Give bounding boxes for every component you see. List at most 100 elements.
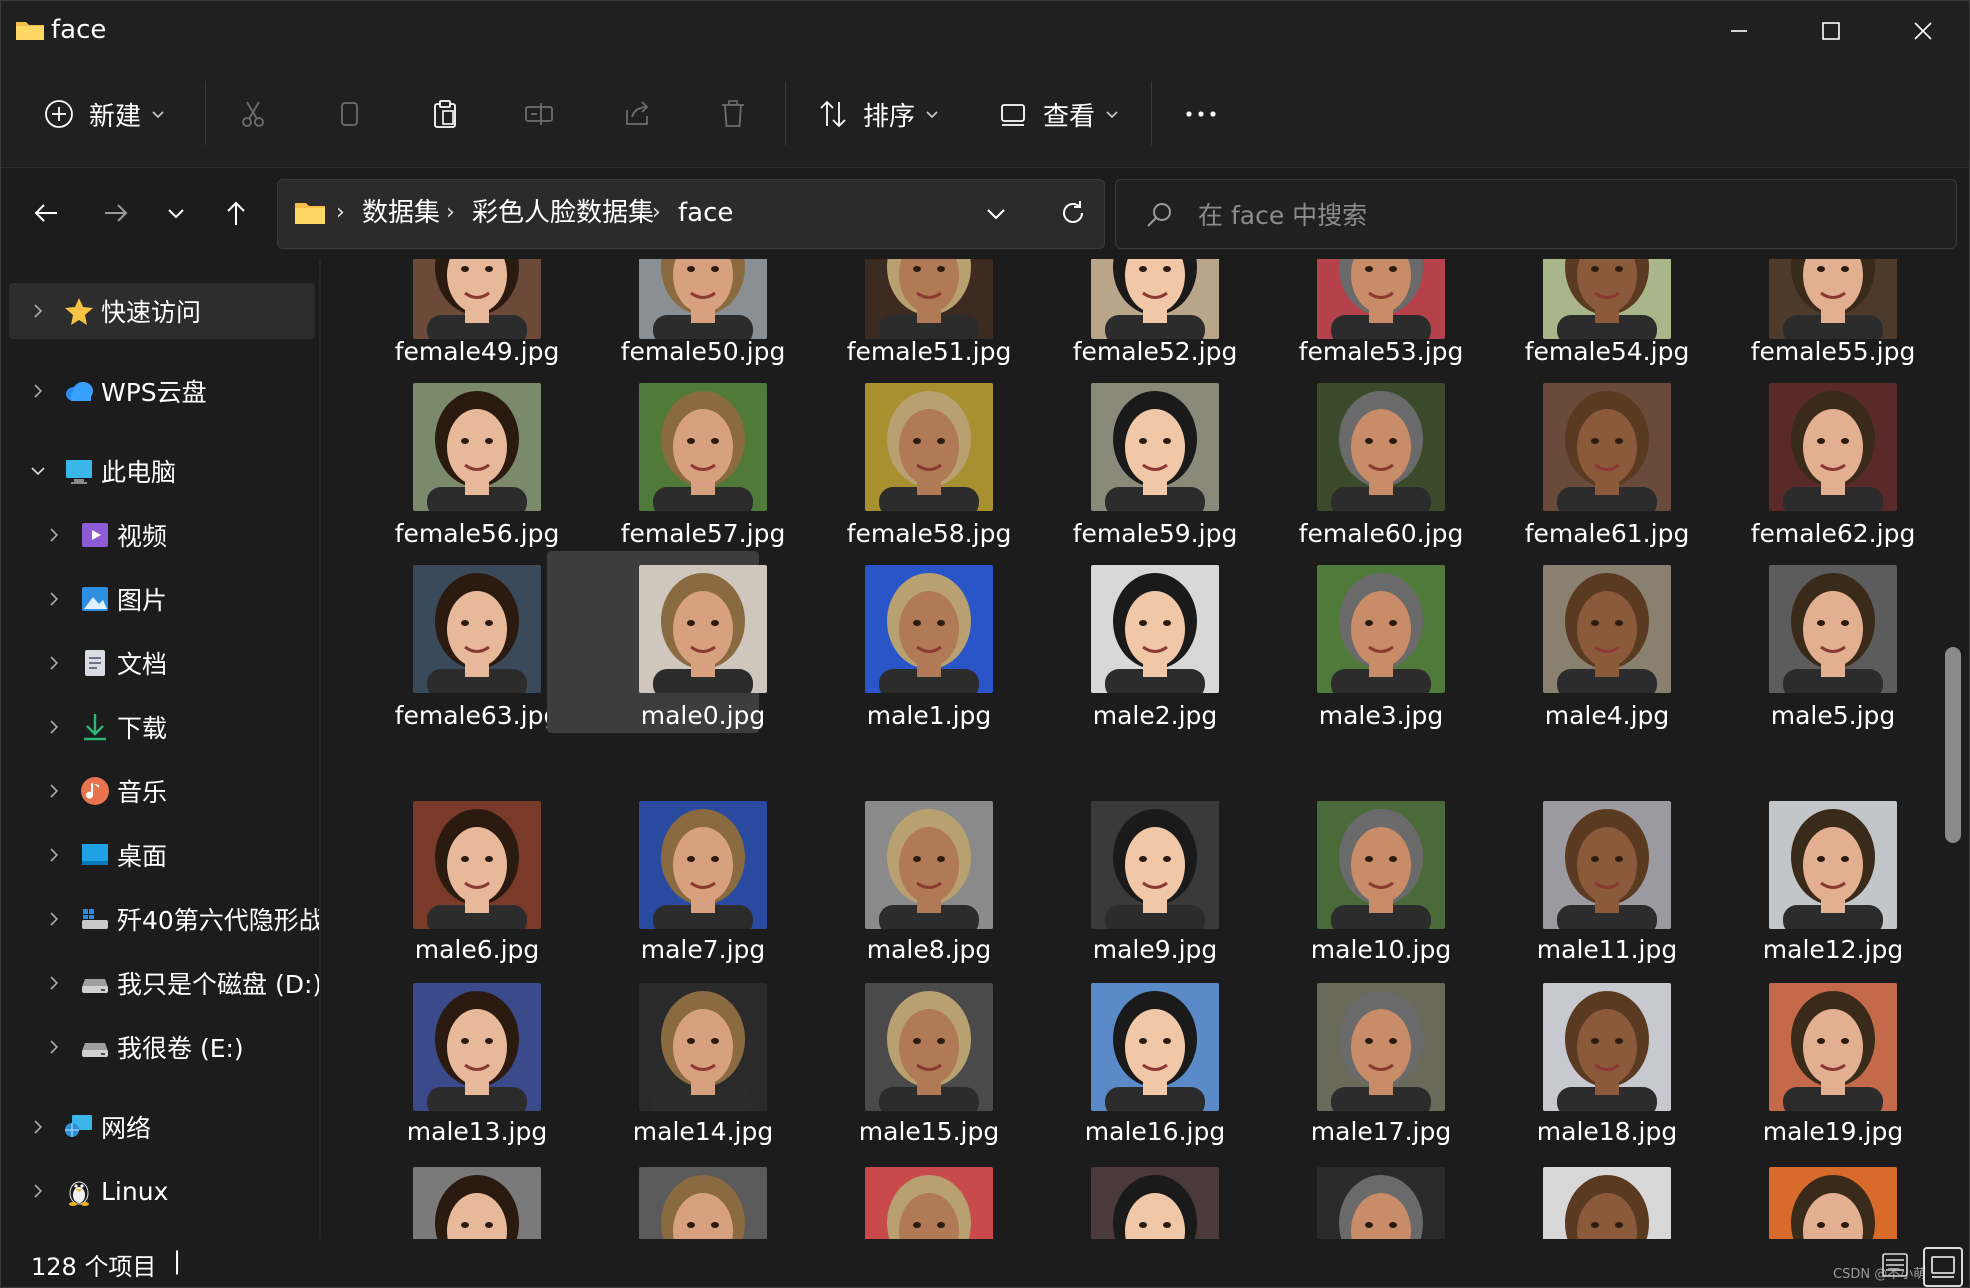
- chevron-down-icon[interactable]: [29, 462, 47, 480]
- paste-button[interactable]: [429, 89, 461, 139]
- close-button[interactable]: [1877, 1, 1969, 61]
- file-name: male10.jpg: [1310, 935, 1452, 964]
- arrow-up-icon: [227, 201, 245, 225]
- sidebar-item-label: 图片: [117, 586, 168, 615]
- navigation-pane: 快速访问 WPS云盘 此电脑 视频 图片 文档 下载 音乐 桌面 歼40第六代隐…: [1, 259, 319, 1239]
- delete-button[interactable]: [717, 89, 749, 139]
- folder-icon: [294, 200, 326, 226]
- sidebar-item-linux[interactable]: Linux: [9, 1163, 315, 1219]
- image-thumbnail: [1769, 1167, 1897, 1239]
- sidebar-item-drive-c[interactable]: 歼40第六代隐形战: [9, 891, 319, 947]
- cloud-icon: [66, 382, 93, 401]
- file-name: male16.jpg: [1084, 1117, 1226, 1146]
- chevron-right-icon[interactable]: [29, 1118, 47, 1136]
- search-input[interactable]: [1196, 192, 1920, 238]
- breadcrumb-face[interactable]: face: [678, 196, 733, 230]
- sidebar-item-this-pc[interactable]: 此电脑: [9, 443, 315, 499]
- sidebar-item-desktop[interactable]: 桌面: [9, 827, 315, 883]
- image-thumbnail: [865, 259, 993, 339]
- chevron-right-icon[interactable]: [29, 1182, 47, 1200]
- back-button[interactable]: [23, 187, 69, 239]
- large-icons-view-button[interactable]: [1923, 1247, 1963, 1287]
- sidebar-item-drive-e[interactable]: 我很卷 (E:): [9, 1019, 315, 1075]
- refresh-icon[interactable]: [1058, 198, 1088, 228]
- image-thumbnail: [639, 383, 767, 511]
- chevron-right-icon[interactable]: [45, 974, 63, 992]
- pane-divider[interactable]: [319, 259, 321, 1239]
- address-bar[interactable]: › 数据集 › 彩色人脸数据集 › face: [277, 179, 1105, 249]
- details-view-icon: [1882, 1253, 1908, 1277]
- sidebar-item-label: 我只是个磁盘 (D:): [117, 970, 319, 999]
- image-thumbnail: [639, 1167, 767, 1239]
- file-name: male3.jpg: [1318, 701, 1444, 730]
- sort-icon: [820, 100, 846, 128]
- maximize-button[interactable]: [1785, 1, 1877, 61]
- file-name: male17.jpg: [1310, 1117, 1452, 1146]
- sidebar-item-drive-d[interactable]: 我只是个磁盘 (D:): [9, 955, 319, 1011]
- up-button[interactable]: [213, 187, 259, 239]
- item-count: 128 个项目: [31, 1253, 157, 1281]
- image-thumbnail: [639, 801, 767, 929]
- sidebar-item-network[interactable]: 网络: [9, 1099, 315, 1155]
- linux-icon: [69, 1181, 89, 1206]
- sort-label: 排序: [863, 101, 916, 132]
- more-options-button[interactable]: [1181, 89, 1221, 139]
- scrollbar-thumb[interactable]: [1945, 647, 1961, 843]
- minimize-button[interactable]: [1693, 1, 1785, 61]
- details-view-button[interactable]: [1877, 1247, 1913, 1283]
- chevron-right-icon[interactable]: [45, 718, 63, 736]
- breadcrumb-color-face-dataset[interactable]: 彩色人脸数据集: [472, 196, 654, 230]
- toolbar-divider: [785, 81, 786, 145]
- search-icon: [1147, 203, 1171, 227]
- sort-button[interactable]: 排序: [817, 89, 939, 139]
- sidebar-item-music[interactable]: 音乐: [9, 763, 315, 819]
- sidebar-item-videos[interactable]: 视频: [9, 507, 315, 563]
- file-name: female54.jpg: [1524, 337, 1690, 366]
- rename-button[interactable]: [523, 89, 555, 139]
- file-name: male13.jpg: [406, 1117, 548, 1146]
- chevron-right-icon[interactable]: [29, 302, 47, 320]
- arrow-right-icon: [105, 204, 128, 222]
- view-button[interactable]: 查看: [997, 89, 1119, 139]
- file-name: male12.jpg: [1762, 935, 1904, 964]
- file-name: female60.jpg: [1298, 519, 1464, 548]
- chevron-right-icon[interactable]: [45, 526, 63, 544]
- file-name: male2.jpg: [1092, 701, 1218, 730]
- toolbar-divider: [205, 81, 206, 145]
- sidebar-item-label: WPS云盘: [101, 378, 207, 407]
- sidebar-item-documents[interactable]: 文档: [9, 635, 315, 691]
- image-thumbnail: [639, 259, 767, 339]
- copy-button[interactable]: [333, 89, 365, 139]
- chevron-right-icon[interactable]: [45, 590, 63, 608]
- sidebar-item-pictures[interactable]: 图片: [9, 571, 315, 627]
- chevron-right-icon[interactable]: [29, 382, 47, 400]
- sidebar-item-downloads[interactable]: 下载: [9, 699, 315, 755]
- chevron-right-icon[interactable]: [45, 846, 63, 864]
- music-icon: [81, 777, 109, 805]
- recent-locations-button[interactable]: [153, 187, 199, 239]
- file-name: male8.jpg: [866, 935, 992, 964]
- new-button[interactable]: 新建: [43, 89, 165, 139]
- sidebar-item-quick-access[interactable]: 快速访问: [9, 283, 315, 339]
- sidebar-item-label: 歼40第六代隐形战: [117, 906, 319, 935]
- address-history-dropdown[interactable]: [984, 202, 1008, 226]
- sidebar-item-label: 我很卷 (E:): [117, 1034, 244, 1063]
- image-thumbnail: [1091, 259, 1219, 339]
- share-button[interactable]: [621, 89, 653, 139]
- image-thumbnail: [1543, 983, 1671, 1111]
- file-name: female58.jpg: [846, 519, 1012, 548]
- chevron-right-icon[interactable]: [45, 654, 63, 672]
- file-name: male7.jpg: [640, 935, 766, 964]
- file-name: female49.jpg: [394, 337, 560, 366]
- share-icon: [626, 101, 649, 125]
- chevron-right-icon[interactable]: [45, 782, 63, 800]
- forward-button[interactable]: [93, 187, 139, 239]
- file-name: male19.jpg: [1762, 1117, 1904, 1146]
- sidebar-item-wps-cloud[interactable]: WPS云盘: [9, 363, 315, 419]
- file-name: male11.jpg: [1536, 935, 1678, 964]
- breadcrumb-dataset[interactable]: 数据集: [362, 196, 440, 230]
- chevron-right-icon[interactable]: [45, 1038, 63, 1056]
- chevron-right-icon[interactable]: [45, 910, 63, 928]
- image-thumbnail: [413, 259, 541, 339]
- cut-button[interactable]: [237, 89, 269, 139]
